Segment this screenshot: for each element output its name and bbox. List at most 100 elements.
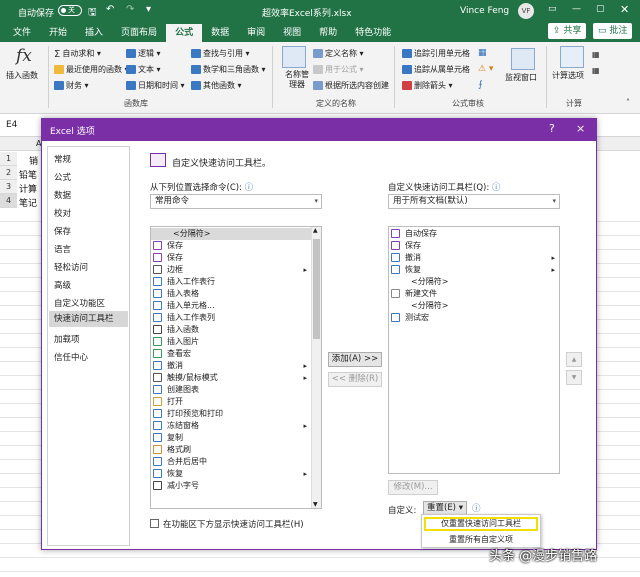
redo-icon[interactable]: ↷ (126, 4, 134, 15)
command-item[interactable]: 合并后居中 (151, 456, 311, 468)
close-window-icon[interactable]: ✕ (620, 3, 629, 16)
tab-help[interactable]: 帮助 (310, 24, 346, 42)
logical-button[interactable]: 逻辑 ▾ (126, 48, 161, 59)
reset-qat-only-item[interactable]: 仅重置快速访问工具栏 (424, 517, 538, 531)
show-below-ribbon-checkbox[interactable] (150, 519, 159, 528)
command-item[interactable]: 插入工作表列 (151, 312, 311, 324)
tab-formulas[interactable]: 公式 (166, 24, 203, 42)
more-functions-button[interactable]: 其他函数 ▾ (191, 80, 242, 91)
command-item[interactable]: <分隔符> (151, 228, 311, 240)
name-manager-icon[interactable] (282, 46, 306, 68)
row-header[interactable]: 3 (0, 180, 17, 194)
trace-dependents-button[interactable]: 追踪从属单元格 (402, 64, 470, 75)
scroll-down-icon[interactable]: ▼ (313, 501, 318, 508)
create-from-selection-button[interactable]: 根据所选内容创建 (313, 80, 389, 91)
share-button[interactable]: ⇪ 共享 (548, 23, 587, 39)
nav-quick-access-toolbar[interactable]: 快速访问工具栏 (49, 311, 128, 327)
datetime-button[interactable]: 日期和时间 ▾ (126, 80, 185, 91)
calc-now-icon[interactable]: ▦ (592, 50, 600, 59)
command-item[interactable]: 查看宏 (151, 348, 311, 360)
nav-accessibility[interactable]: 轻松访问 (54, 261, 88, 273)
qat-command-item[interactable]: 保存 (389, 240, 559, 252)
command-item[interactable]: 触摸/鼠标模式 ▸ (151, 372, 311, 384)
qat-command-item[interactable]: 撤消 ▸ (389, 252, 559, 264)
command-item[interactable]: 插入工作表行 (151, 276, 311, 288)
tab-features[interactable]: 特色功能 (346, 24, 400, 42)
tab-home[interactable]: 开始 (40, 24, 76, 42)
math-button[interactable]: 数学和三角函数 ▾ (191, 64, 266, 75)
nav-save[interactable]: 保存 (54, 225, 71, 237)
row-header[interactable]: 1 (0, 152, 17, 166)
command-item[interactable]: 格式刷 (151, 444, 311, 456)
insert-function-icon[interactable]: fx (16, 46, 32, 66)
scrollbar-thumb[interactable] (313, 239, 320, 339)
qat-commands-list[interactable]: 自动保存 保存 撤消 ▸ 恢复 ▸ <分隔符> 新建文件 <分隔符> 测试宏 (388, 226, 560, 474)
lookup-button[interactable]: 查找与引用 ▾ (191, 48, 250, 59)
tab-insert[interactable]: 插入 (76, 24, 112, 42)
command-item[interactable]: 恢复 ▸ (151, 468, 311, 480)
move-down-icon[interactable]: ▼ (566, 370, 582, 385)
command-item[interactable]: 复制 (151, 432, 311, 444)
remove-button[interactable]: << 删除(R) (328, 372, 382, 387)
nav-language[interactable]: 语言 (54, 243, 71, 255)
nav-add-ins[interactable]: 加载项 (54, 333, 80, 345)
row-header[interactable]: 2 (0, 166, 17, 180)
command-item[interactable]: 打开 (151, 396, 311, 408)
choose-commands-select[interactable]: 常用命令 ▾ (150, 194, 322, 209)
nav-trust-center[interactable]: 信任中心 (54, 351, 88, 363)
cell-a1[interactable]: 销 (29, 154, 38, 167)
nav-customize-ribbon[interactable]: 自定义功能区 (54, 297, 105, 309)
qat-command-item[interactable]: 新建文件 (389, 288, 559, 300)
nav-general[interactable]: 常规 (54, 153, 71, 165)
autosum-button[interactable]: Σ 自动求和 ▾ (54, 48, 101, 60)
command-item[interactable]: 撤消 ▸ (151, 360, 311, 372)
insert-function-button[interactable]: 插入函数 (6, 70, 38, 81)
collapse-ribbon-icon[interactable]: ˄ (626, 98, 630, 107)
ribbon-display-icon[interactable]: ▭ (548, 4, 557, 14)
nav-advanced[interactable]: 高级 (54, 279, 71, 291)
command-item[interactable]: 创建图表 (151, 384, 311, 396)
define-name-button[interactable]: 定义名称 ▾ (313, 48, 364, 59)
move-up-icon[interactable]: ▲ (566, 352, 582, 367)
calc-sheet-icon[interactable]: ▦ (592, 66, 600, 75)
use-in-formula-button[interactable]: 用于公式 ▾ (313, 64, 364, 75)
cell-a2[interactable]: 铅笔 (19, 168, 37, 181)
qat-command-item[interactable]: 恢复 ▸ (389, 264, 559, 276)
undo-icon[interactable]: ↶ (106, 4, 114, 15)
watch-window-icon[interactable] (511, 48, 535, 70)
calc-options-button[interactable]: 计算选项 (552, 70, 584, 81)
command-item[interactable]: 保存 (151, 240, 311, 252)
command-item[interactable]: 冻结窗格 ▸ (151, 420, 311, 432)
calc-options-icon[interactable] (560, 46, 584, 68)
maximize-icon[interactable]: ▢ (596, 4, 605, 14)
nav-data[interactable]: 数据 (54, 189, 71, 201)
show-formulas-icon[interactable]: ▦ (478, 48, 487, 58)
tab-page-layout[interactable]: 页面布局 (112, 24, 166, 42)
command-item[interactable]: 减小字号 (151, 480, 311, 492)
error-checking-icon[interactable]: ⚠ ▾ (478, 64, 493, 74)
watch-window-button[interactable]: 监视窗口 (505, 72, 537, 83)
customize-qat-select[interactable]: 用于所有文档(默认) ▾ (388, 194, 560, 209)
commands-scrollbar[interactable]: ▲ ▼ (311, 227, 321, 508)
qat-command-item[interactable]: 自动保存 (389, 228, 559, 240)
command-item[interactable]: 保存 (151, 252, 311, 264)
help-icon[interactable]: ? (549, 122, 555, 135)
add-button[interactable]: 添加(A) >> (328, 352, 382, 367)
comments-button[interactable]: ▭ 批注 (593, 23, 633, 39)
text-button[interactable]: 文本 ▾ (126, 64, 161, 75)
qat-more-icon[interactable]: ▾ (146, 4, 151, 15)
scroll-up-icon[interactable]: ▲ (313, 227, 318, 234)
command-item[interactable]: 插入函数 (151, 324, 311, 336)
cell-a3[interactable]: 计算 (19, 182, 37, 195)
close-dialog-icon[interactable]: × (576, 122, 585, 135)
modify-button[interactable]: 修改(M)... (388, 480, 438, 495)
tab-data[interactable]: 数据 (202, 24, 238, 42)
tab-view[interactable]: 视图 (274, 24, 310, 42)
qat-command-item[interactable]: <分隔符> (389, 300, 559, 312)
command-item[interactable]: 插入表格 (151, 288, 311, 300)
command-item[interactable]: 边框 ▸ (151, 264, 311, 276)
trace-precedents-button[interactable]: 追踪引用单元格 (402, 48, 470, 59)
tab-review[interactable]: 审阅 (238, 24, 274, 42)
minimize-icon[interactable]: — (572, 4, 581, 14)
name-box[interactable]: E4 (6, 120, 17, 130)
